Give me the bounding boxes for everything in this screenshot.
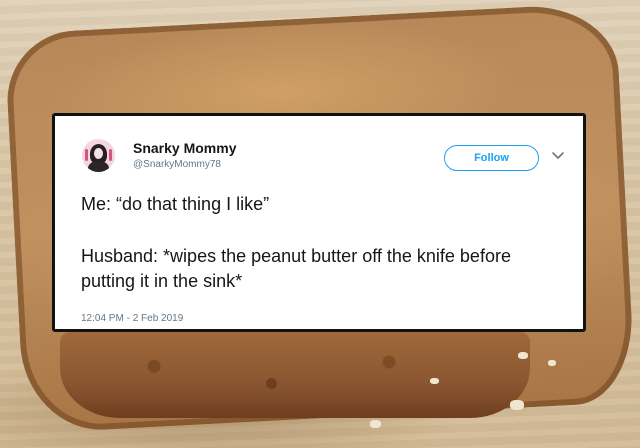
user-handle[interactable]: @SnarkyMommy78	[133, 159, 221, 170]
avatar[interactable]	[82, 139, 115, 172]
avatar-arm	[109, 149, 112, 161]
follow-button[interactable]: Follow	[444, 145, 539, 171]
avatar-body	[88, 161, 109, 172]
tweet-timestamp[interactable]: 12:04 PM - 2 Feb 2019	[81, 313, 183, 324]
crumb	[370, 420, 381, 428]
crumb	[510, 400, 524, 410]
crumb	[430, 378, 439, 384]
chevron-down-icon[interactable]	[551, 149, 565, 163]
crumb	[548, 360, 556, 366]
display-name[interactable]: Snarky Mommy	[133, 140, 236, 156]
avatar-arm	[85, 149, 88, 161]
avatar-face	[94, 148, 103, 159]
tweet-card: Snarky Mommy @SnarkyMommy78 Follow Me: “…	[52, 113, 586, 332]
toast-crust	[60, 332, 530, 418]
crumb	[518, 352, 528, 359]
tweet-text-line: Husband: *wipes the peanut butter off th…	[81, 246, 511, 291]
tweet-text-line: Me: “do that thing I like”	[81, 194, 270, 214]
